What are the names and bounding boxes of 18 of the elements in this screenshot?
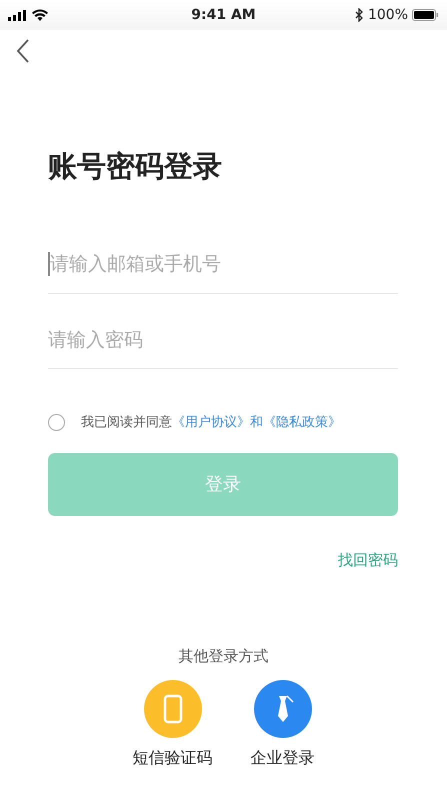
- forgot-password-link[interactable]: 找回密码: [338, 550, 398, 569]
- page-title: 账号密码登录: [48, 148, 223, 185]
- method-label: 短信验证码: [132, 746, 212, 769]
- privacy-policy-link[interactable]: 《隐私政策》: [263, 415, 341, 430]
- method-label: 企业登录: [250, 746, 314, 769]
- back-icon[interactable]: [16, 38, 30, 63]
- user-agreement-link[interactable]: 《用户协议》: [172, 415, 250, 430]
- wifi-icon: [32, 9, 48, 21]
- status-time: 9:41 AM: [191, 6, 256, 24]
- agreement-checkbox[interactable]: [48, 414, 65, 432]
- battery-percent: 100%: [368, 6, 408, 24]
- section-title: 其他登录方式: [178, 646, 268, 665]
- signal-icon: [8, 10, 28, 20]
- battery-icon: [412, 9, 439, 21]
- agreement-text: 我已阅读并同意《用户协议》和《隐私政策》: [81, 414, 341, 432]
- account-field[interactable]: 请输入邮箱或手机号: [50, 242, 398, 293]
- bluetooth-icon: [354, 8, 364, 22]
- password-field[interactable]: 请输入密码: [48, 318, 398, 368]
